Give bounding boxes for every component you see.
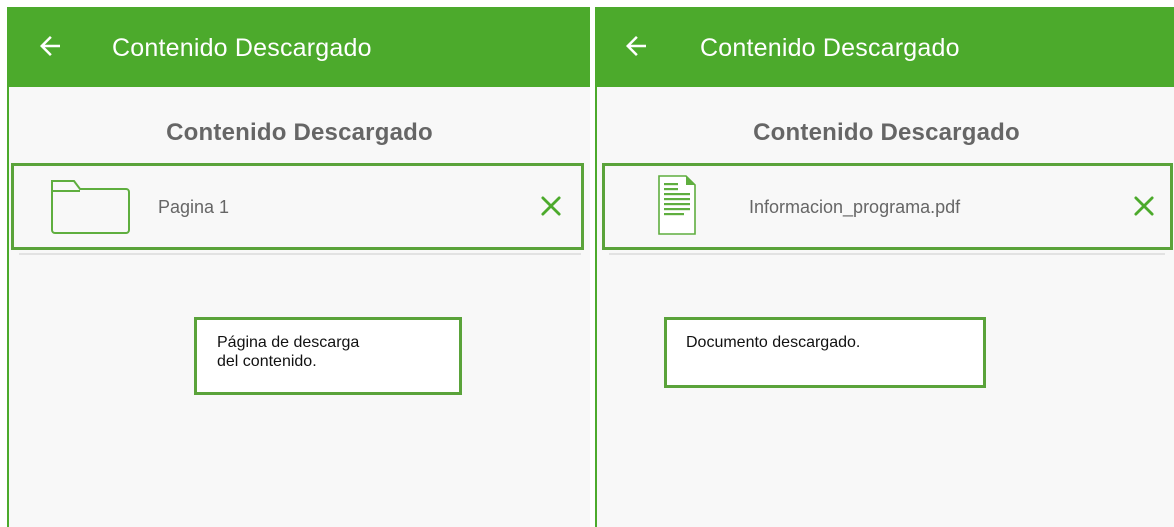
stage: Contenido Descargado Contenido Descargad…: [0, 0, 1174, 527]
app-bar: Contenido Descargado: [9, 7, 590, 87]
close-icon[interactable]: [1130, 192, 1158, 220]
folder-icon: [51, 180, 130, 234]
divider: [609, 253, 1165, 255]
annotation-line: del contenido.: [217, 353, 317, 370]
document-icon: [658, 175, 696, 235]
arrow-back-icon[interactable]: [621, 31, 651, 61]
screen-downloaded-content-document: Contenido Descargado Contenido Descargad…: [595, 7, 1174, 527]
annotation-line: Documento descargado.: [686, 334, 861, 351]
list-item-document[interactable]: Informacion_programa.pdf: [602, 163, 1173, 250]
annotation-line: Página de descarga: [217, 334, 360, 351]
divider: [19, 253, 581, 255]
page-title: Contenido Descargado: [166, 119, 433, 146]
app-bar: Contenido Descargado: [597, 7, 1174, 87]
item-label: Pagina 1: [158, 197, 230, 217]
app-bar-title: Contenido Descargado: [112, 34, 372, 62]
annotation-box: Página de descarga del contenido.: [194, 317, 462, 395]
annotation-box: Documento descargado.: [664, 317, 986, 388]
item-label: Informacion_programa.pdf: [749, 197, 961, 217]
close-icon[interactable]: [537, 192, 565, 220]
list-item-folder[interactable]: Pagina 1: [11, 163, 584, 250]
app-bar-title: Contenido Descargado: [700, 34, 960, 62]
screen-downloaded-content-folder: Contenido Descargado Contenido Descargad…: [7, 7, 590, 527]
arrow-back-icon[interactable]: [35, 31, 65, 61]
page-title: Contenido Descargado: [753, 119, 1020, 146]
